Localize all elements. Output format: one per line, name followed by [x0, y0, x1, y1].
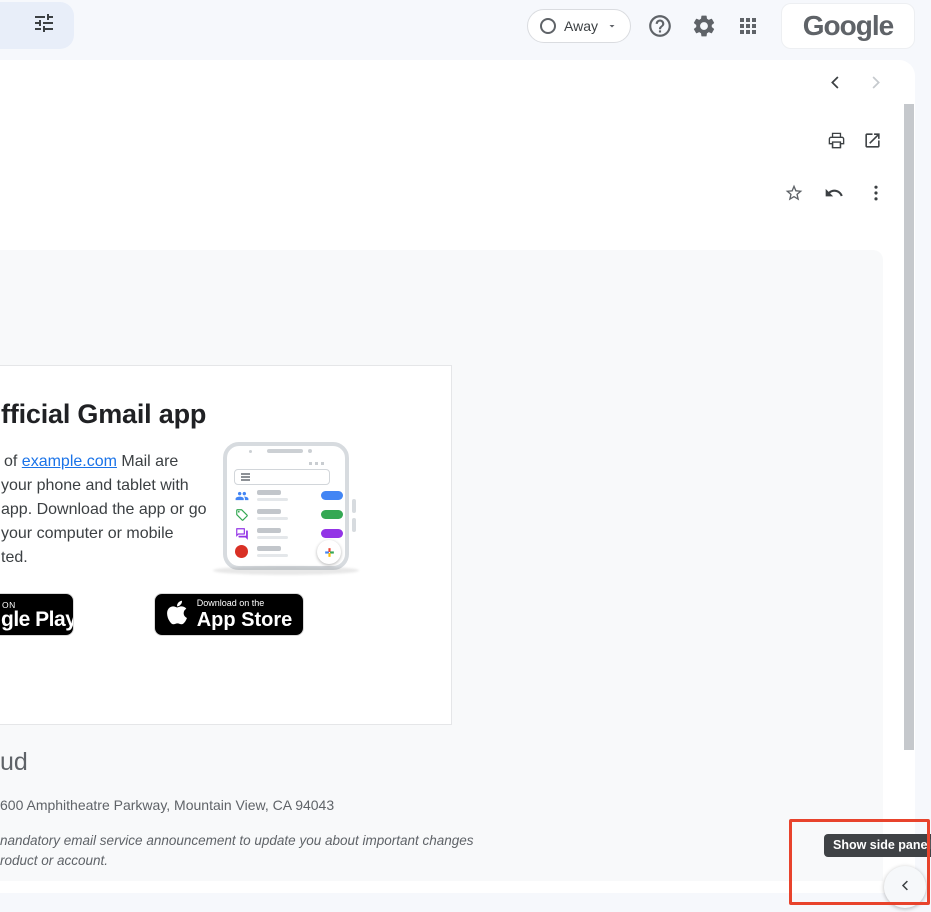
status-bar-icon: [315, 462, 318, 465]
chevron-left-icon: [826, 80, 845, 95]
status-selector[interactable]: Away: [527, 9, 631, 43]
footer-brand: ud: [0, 748, 28, 777]
star-button[interactable]: [784, 183, 804, 203]
print-button[interactable]: [827, 131, 846, 150]
more-options-button[interactable]: [866, 183, 886, 203]
chevron-down-icon: [606, 20, 618, 32]
footer-address: 600 Amphitheatre Parkway, Mountain View,…: [0, 797, 334, 813]
apps-launcher-button[interactable]: [736, 14, 760, 38]
scrollbar-thumb[interactable]: [904, 104, 914, 750]
google-logo[interactable]: Google: [781, 3, 915, 49]
phone-side-button: [352, 518, 356, 532]
older-message-button[interactable]: [866, 73, 885, 92]
blue-pill: [321, 491, 343, 500]
footer-note-line: roduct or account.: [0, 853, 108, 868]
reply-icon: [824, 191, 844, 206]
gmail-app-promo-card: fficial Gmail app of example.com Mail ar…: [0, 365, 452, 725]
appstore-badge-small-text: Download on the: [197, 599, 293, 608]
green-pill: [321, 510, 343, 519]
phone-list-row: [233, 507, 341, 523]
phone-side-button: [352, 499, 356, 513]
chevron-left-icon: [898, 878, 913, 896]
more-vert-icon: [866, 191, 886, 206]
message-panel: fficial Gmail app of example.com Mail ar…: [0, 60, 915, 893]
status-label: Away: [564, 18, 598, 34]
chevron-right-icon: [866, 80, 885, 95]
apps-grid-icon: [736, 26, 760, 41]
promo-heading: fficial Gmail app: [1, 398, 206, 430]
compose-plus-icon: [323, 546, 336, 559]
phone-illustration: [223, 442, 349, 570]
reply-button[interactable]: [824, 183, 844, 203]
google-play-badge[interactable]: ON gle Play: [0, 593, 74, 636]
compose-fab: [317, 540, 341, 564]
promo-paragraph: of example.com Mail are your phone and t…: [1, 450, 231, 570]
google-wordmark: Google: [803, 10, 893, 42]
gear-icon: [691, 27, 717, 42]
gmail-window: Away Google: [0, 0, 931, 912]
speaker-bar: [267, 449, 303, 453]
purple-pill: [321, 529, 343, 538]
footer-note-line: nandatory email service announcement to …: [0, 833, 474, 848]
label-icon: [235, 508, 249, 522]
apple-icon: [166, 599, 188, 631]
unread-dot: [235, 545, 248, 558]
app-store-badge[interactable]: Download on the App Store: [154, 593, 304, 636]
play-badge-large-text: gle Play: [1, 608, 74, 632]
help-icon: [647, 27, 673, 42]
open-in-new-icon: [863, 138, 882, 153]
show-side-panel-button[interactable]: [884, 866, 926, 908]
star-icon: [784, 191, 804, 206]
paragraph-line: your phone and tablet with: [1, 474, 231, 498]
phone-search-bar: [234, 469, 330, 485]
show-side-panel-tooltip: Show side panel: [824, 834, 931, 857]
print-icon: [827, 138, 846, 153]
status-bar-icon: [321, 462, 324, 465]
phone-list-row: [233, 488, 341, 504]
away-status-icon: [540, 18, 556, 34]
settings-button[interactable]: [691, 13, 717, 39]
camera-dot: [249, 450, 252, 453]
chat-icon: [235, 527, 249, 541]
phone-list-row: [233, 544, 341, 560]
camera-dot: [308, 449, 312, 453]
newer-message-button[interactable]: [826, 73, 845, 92]
help-button[interactable]: [647, 13, 673, 39]
email-content: fficial Gmail app of example.com Mail ar…: [0, 250, 883, 881]
open-in-new-window-button[interactable]: [863, 131, 882, 150]
paragraph-line: your computer or mobile: [1, 522, 231, 546]
contacts-icon: [235, 489, 249, 503]
paragraph-line: ted.: [1, 546, 231, 570]
search-options-button[interactable]: [0, 2, 74, 49]
example-com-link[interactable]: example.com: [22, 453, 117, 470]
tune-icon: [32, 11, 56, 40]
status-bar-icon: [309, 462, 312, 465]
phone-shadow: [213, 566, 359, 575]
paragraph-line: app. Download the app or go: [1, 498, 231, 522]
paragraph-line: of example.com Mail are: [1, 450, 231, 474]
appstore-badge-large-text: App Store: [197, 610, 293, 630]
